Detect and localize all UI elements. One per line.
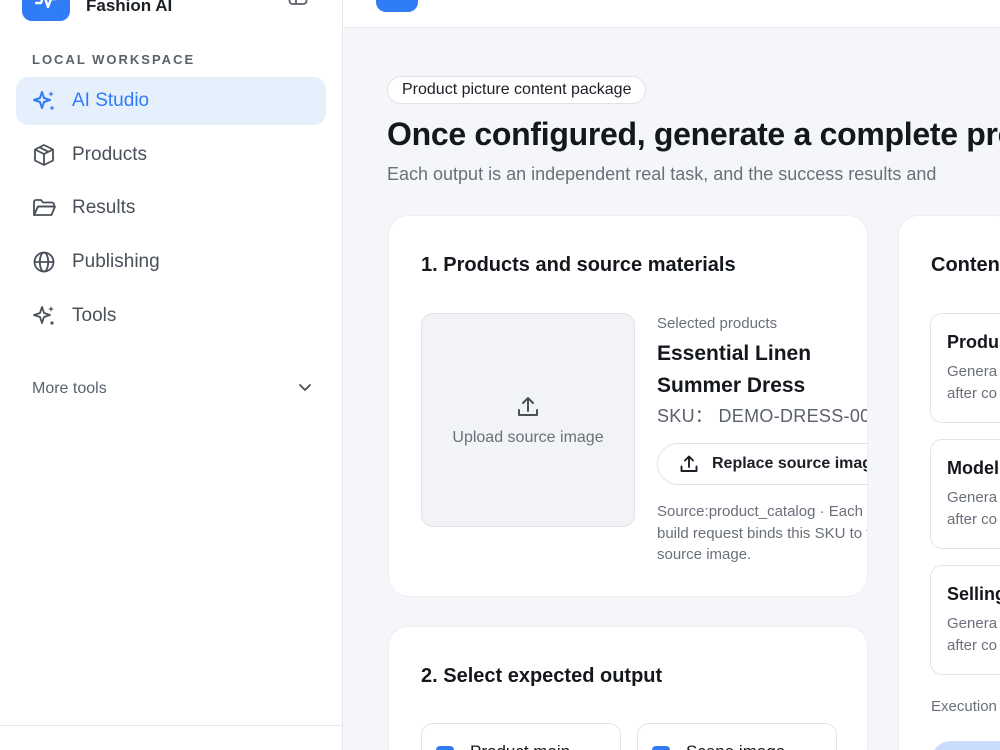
content-item-title: Produ (947, 332, 999, 352)
section-label-local-workspace: LOCAL WORKSPACE (32, 52, 196, 67)
sparkles-icon (31, 303, 57, 329)
content-item-desc: Genera after co (947, 615, 998, 654)
sidebar: Fashion AI LOCAL WORKSPACE AI Studio Pro… (0, 0, 343, 750)
execute-button[interactable] (931, 741, 1000, 750)
globe-icon (31, 249, 57, 275)
sidebar-collapse-icon[interactable] (288, 0, 310, 6)
sidebar-item-label: AI Studio (72, 90, 150, 111)
checkbox[interactable] (436, 746, 454, 750)
content-item-desc: Genera after co (947, 363, 998, 402)
upload-source-dropzone[interactable]: Upload source image (421, 313, 635, 527)
sparkles-icon (31, 88, 57, 114)
chevron-down-icon (298, 380, 312, 398)
sidebar-item-tools[interactable]: Tools (16, 292, 326, 340)
content-item-desc: Genera after co (947, 489, 998, 528)
replace-source-image-button[interactable]: Replace source image (657, 443, 868, 485)
page-title: Once configured, generate a complete pro (387, 116, 1000, 152)
content-item-model[interactable]: Model Genera after co (930, 439, 1000, 549)
output-option-label: Product main (470, 742, 570, 750)
content-package-card: Conten Produ Genera after co Model Genera… (898, 215, 1000, 750)
folder-icon (31, 195, 57, 221)
product-sku: SKU： DEMO-DRESS-001 (657, 406, 868, 426)
sidebar-nav: AI Studio Products Results Publishing To… (16, 77, 326, 345)
content-item-selling[interactable]: Selling Generaafter co (930, 565, 1000, 675)
topbar-action-button[interactable] (376, 0, 418, 12)
output-option-scene-image[interactable]: Scene image (637, 723, 837, 750)
sidebar-item-label: Publishing (72, 251, 160, 273)
sidebar-item-label: Products (72, 143, 147, 165)
content-item-title: Model (947, 458, 999, 478)
sidebar-item-products[interactable]: Products (16, 131, 326, 179)
box-icon (31, 142, 57, 168)
sidebar-item-label: Tools (72, 304, 117, 326)
content-item-title: Selling (947, 584, 1000, 604)
product-name: Essential Linen Summer Dress (657, 342, 812, 397)
upload-icon (678, 453, 700, 475)
card-title: 2. Select expected output (421, 665, 663, 687)
replace-source-image-label: Replace source image (712, 455, 868, 472)
brand[interactable]: Fashion AI (22, 0, 172, 22)
sidebar-item-ai-studio[interactable]: AI Studio (16, 77, 326, 125)
sidebar-item-publishing[interactable]: Publishing (16, 238, 326, 286)
output-option-label: Scene image (686, 742, 785, 750)
sidebar-item-results[interactable]: Results (16, 184, 326, 232)
sidebar-divider (0, 725, 343, 726)
products-source-card: 1. Products and source materials Upload … (388, 215, 868, 597)
execution-label: Execution (931, 698, 997, 715)
source-note: Source:product_catalog · Each build requ… (657, 503, 868, 563)
more-tools-toggle[interactable]: More tools (32, 378, 312, 400)
card-title: Conten (931, 254, 1000, 276)
content-item-product[interactable]: Produ Genera after co (930, 313, 1000, 423)
upload-icon (514, 393, 542, 421)
more-tools-label: More tools (32, 380, 107, 397)
brand-name: Fashion AI (86, 0, 173, 15)
section-pill: Product picture content package (387, 76, 647, 104)
sidebar-item-label: Results (72, 197, 136, 219)
checkbox[interactable] (652, 746, 670, 750)
selected-products-label: Selected products (657, 315, 778, 332)
expected-output-card: 2. Select expected output Product main S… (388, 626, 868, 750)
topbar (343, 0, 1000, 28)
output-option-product-main[interactable]: Product main (421, 723, 621, 750)
card-title: 1. Products and source materials (421, 254, 736, 276)
page-subtitle: Each output is an independent real task,… (387, 164, 937, 184)
brand-logo-icon (22, 0, 70, 21)
upload-label: Upload source image (452, 429, 604, 446)
